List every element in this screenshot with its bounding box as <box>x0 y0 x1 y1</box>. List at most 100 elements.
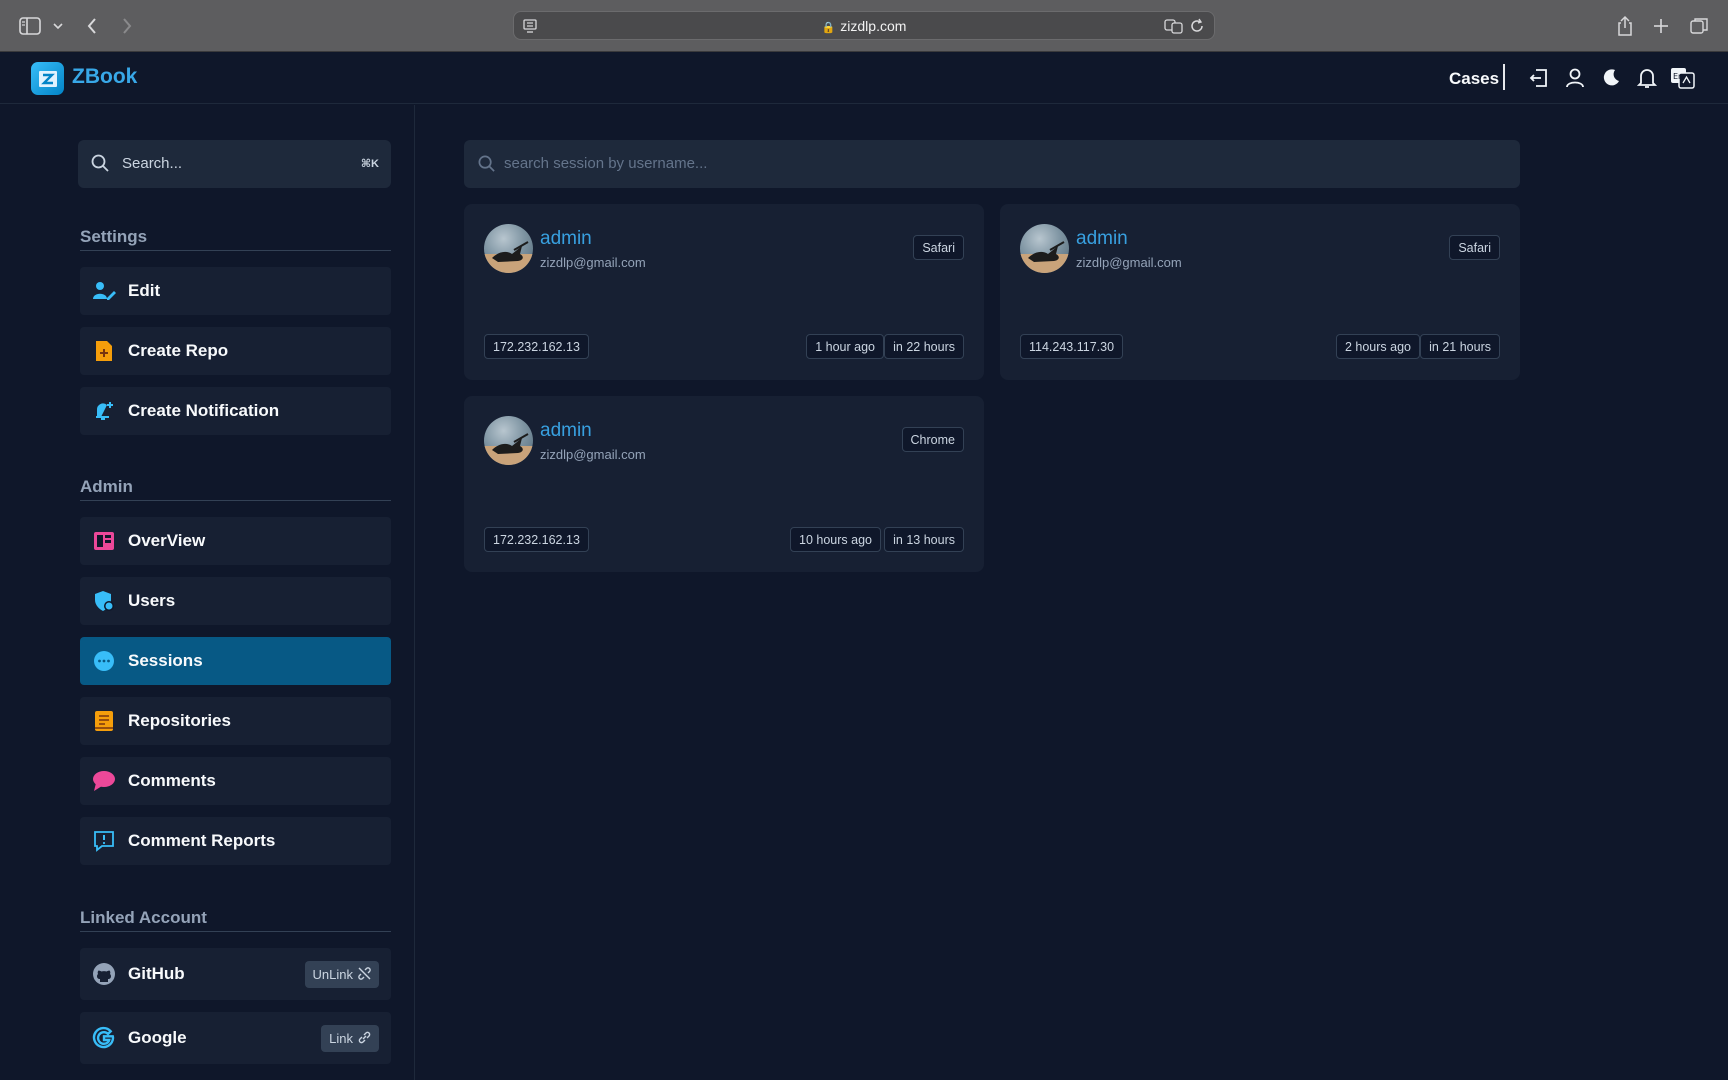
sidebar-item-label: Edit <box>128 281 161 300</box>
session-card: admin zizdlp@gmail.com Chrome 172.232.16… <box>464 396 984 572</box>
search-icon <box>90 153 110 178</box>
search-shortcut: ⌘K <box>360 158 379 170</box>
sidebar: Search... ⌘K Settings Edit Create Repo C… <box>0 105 415 1080</box>
file-plus-icon <box>92 339 116 363</box>
expires-time-badge: in 22 hours <box>884 334 964 359</box>
session-search-placeholder: search session by username... <box>504 155 708 172</box>
book-icon <box>92 709 116 733</box>
sidebar-item-repositories[interactable]: Repositories <box>80 697 391 745</box>
dark-mode-icon[interactable] <box>1598 65 1624 91</box>
notification-bell-icon[interactable] <box>1634 65 1660 91</box>
sidebar-item-edit[interactable]: Edit <box>80 267 391 315</box>
linked-account-github: GitHub UnLink <box>80 948 391 1000</box>
section-divider <box>80 250 391 251</box>
address-bar[interactable]: 🔒 zizdlp.com <box>513 11 1215 40</box>
browser-badge: Safari <box>913 235 964 260</box>
app-title[interactable]: ZBook <box>72 65 137 89</box>
report-icon <box>92 829 116 853</box>
section-divider <box>80 931 391 932</box>
chevron-down-icon[interactable] <box>46 14 70 38</box>
tab-overview-icon[interactable] <box>1687 14 1711 38</box>
comment-icon <box>92 769 116 793</box>
session-search-input[interactable]: search session by username... <box>464 140 1520 188</box>
unlink-icon <box>358 966 371 983</box>
link-google-button[interactable]: Link <box>321 1025 379 1052</box>
google-icon <box>92 1026 116 1050</box>
settings-section-title: Settings <box>80 227 148 246</box>
sidebar-item-label: Users <box>128 591 176 610</box>
sidebar-item-comments[interactable]: Comments <box>80 757 391 805</box>
sidebar-item-users[interactable]: Users <box>80 577 391 625</box>
shield-user-icon <box>92 589 116 613</box>
sidebar-item-sessions[interactable]: Sessions <box>80 637 391 685</box>
svg-text:En: En <box>1673 72 1683 81</box>
sidebar-item-label: Create Repo <box>128 341 229 360</box>
session-email: zizdlp@gmail.com <box>540 447 646 462</box>
overview-icon <box>92 529 116 553</box>
session-card: admin zizdlp@gmail.com Safari 114.243.11… <box>1000 204 1520 380</box>
cases-link[interactable]: Cases <box>1449 69 1499 89</box>
ip-badge: 172.232.162.13 <box>484 527 589 552</box>
app-header: ZBook Cases En <box>0 52 1728 104</box>
back-icon[interactable] <box>80 14 104 38</box>
created-time-badge: 1 hour ago <box>806 334 884 359</box>
browser-badge: Chrome <box>901 427 964 452</box>
github-icon <box>92 962 116 986</box>
forward-icon[interactable] <box>115 14 139 38</box>
share-icon[interactable] <box>1613 14 1637 38</box>
sidebar-item-label: OverView <box>128 531 206 550</box>
chat-bubble-icon <box>92 649 116 673</box>
search-icon <box>477 154 496 178</box>
session-username[interactable]: admin <box>1076 228 1128 250</box>
ip-badge: 114.243.117.30 <box>1020 334 1124 359</box>
user-edit-icon <box>92 279 116 303</box>
created-time-badge: 10 hours ago <box>790 527 881 552</box>
zbook-logo-icon[interactable] <box>31 62 64 95</box>
sidebar-item-label: Comments <box>128 771 216 790</box>
sidebar-toggle-icon[interactable] <box>18 14 42 38</box>
unlink-github-button[interactable]: UnLink <box>304 961 379 988</box>
sidebar-item-label: Comment Reports <box>128 831 276 850</box>
session-username[interactable]: admin <box>540 228 592 250</box>
expires-time-badge: in 13 hours <box>884 527 964 552</box>
session-card: admin zizdlp@gmail.com Safari 172.232.16… <box>464 204 984 380</box>
sidebar-item-label: Google <box>128 1028 187 1047</box>
sidebar-item-label: Repositories <box>128 711 231 730</box>
link-icon <box>358 1031 371 1047</box>
browser-badge: Safari <box>1449 235 1500 260</box>
language-icon[interactable]: En <box>1670 65 1696 91</box>
linked-account-section-title: Linked Account <box>80 908 207 927</box>
created-time-badge: 2 hours ago <box>1335 334 1420 359</box>
session-email: zizdlp@gmail.com <box>540 255 646 270</box>
url-text: zizdlp.com <box>840 18 907 34</box>
unlink-label: UnLink <box>312 967 353 982</box>
sidebar-item-overview[interactable]: OverView <box>80 517 391 565</box>
translate-icon[interactable] <box>1164 18 1184 39</box>
avatar <box>484 224 533 273</box>
sidebar-item-label: Create Notification <box>128 401 280 420</box>
expires-time-badge: in 21 hours <box>1420 334 1500 359</box>
sidebar-item-label: GitHub <box>128 964 185 983</box>
admin-section-title: Admin <box>80 477 133 496</box>
bell-plus-icon <box>92 399 116 423</box>
avatar <box>1020 224 1069 273</box>
sidebar-item-create-repo[interactable]: Create Repo <box>80 327 391 375</box>
divider <box>1503 64 1505 90</box>
linked-account-google: Google Link <box>80 1012 391 1064</box>
session-email: zizdlp@gmail.com <box>1076 255 1182 270</box>
search-placeholder: Search... <box>122 155 183 172</box>
lock-icon: 🔒 <box>821 22 836 34</box>
avatar <box>484 416 533 465</box>
sidebar-item-comment-reports[interactable]: Comment Reports <box>80 817 391 865</box>
sidebar-item-label: Sessions <box>128 651 203 670</box>
section-divider <box>80 500 391 501</box>
logout-icon[interactable] <box>1526 65 1552 91</box>
browser-toolbar: 🔒 zizdlp.com <box>0 0 1728 52</box>
new-tab-icon[interactable] <box>1649 14 1673 38</box>
user-icon[interactable] <box>1562 65 1588 91</box>
session-username[interactable]: admin <box>540 420 592 442</box>
ip-badge: 172.232.162.13 <box>484 334 589 359</box>
reload-icon[interactable] <box>1189 18 1205 39</box>
sidebar-item-create-notification[interactable]: Create Notification <box>80 387 391 435</box>
sidebar-search[interactable]: Search... ⌘K <box>78 140 391 188</box>
